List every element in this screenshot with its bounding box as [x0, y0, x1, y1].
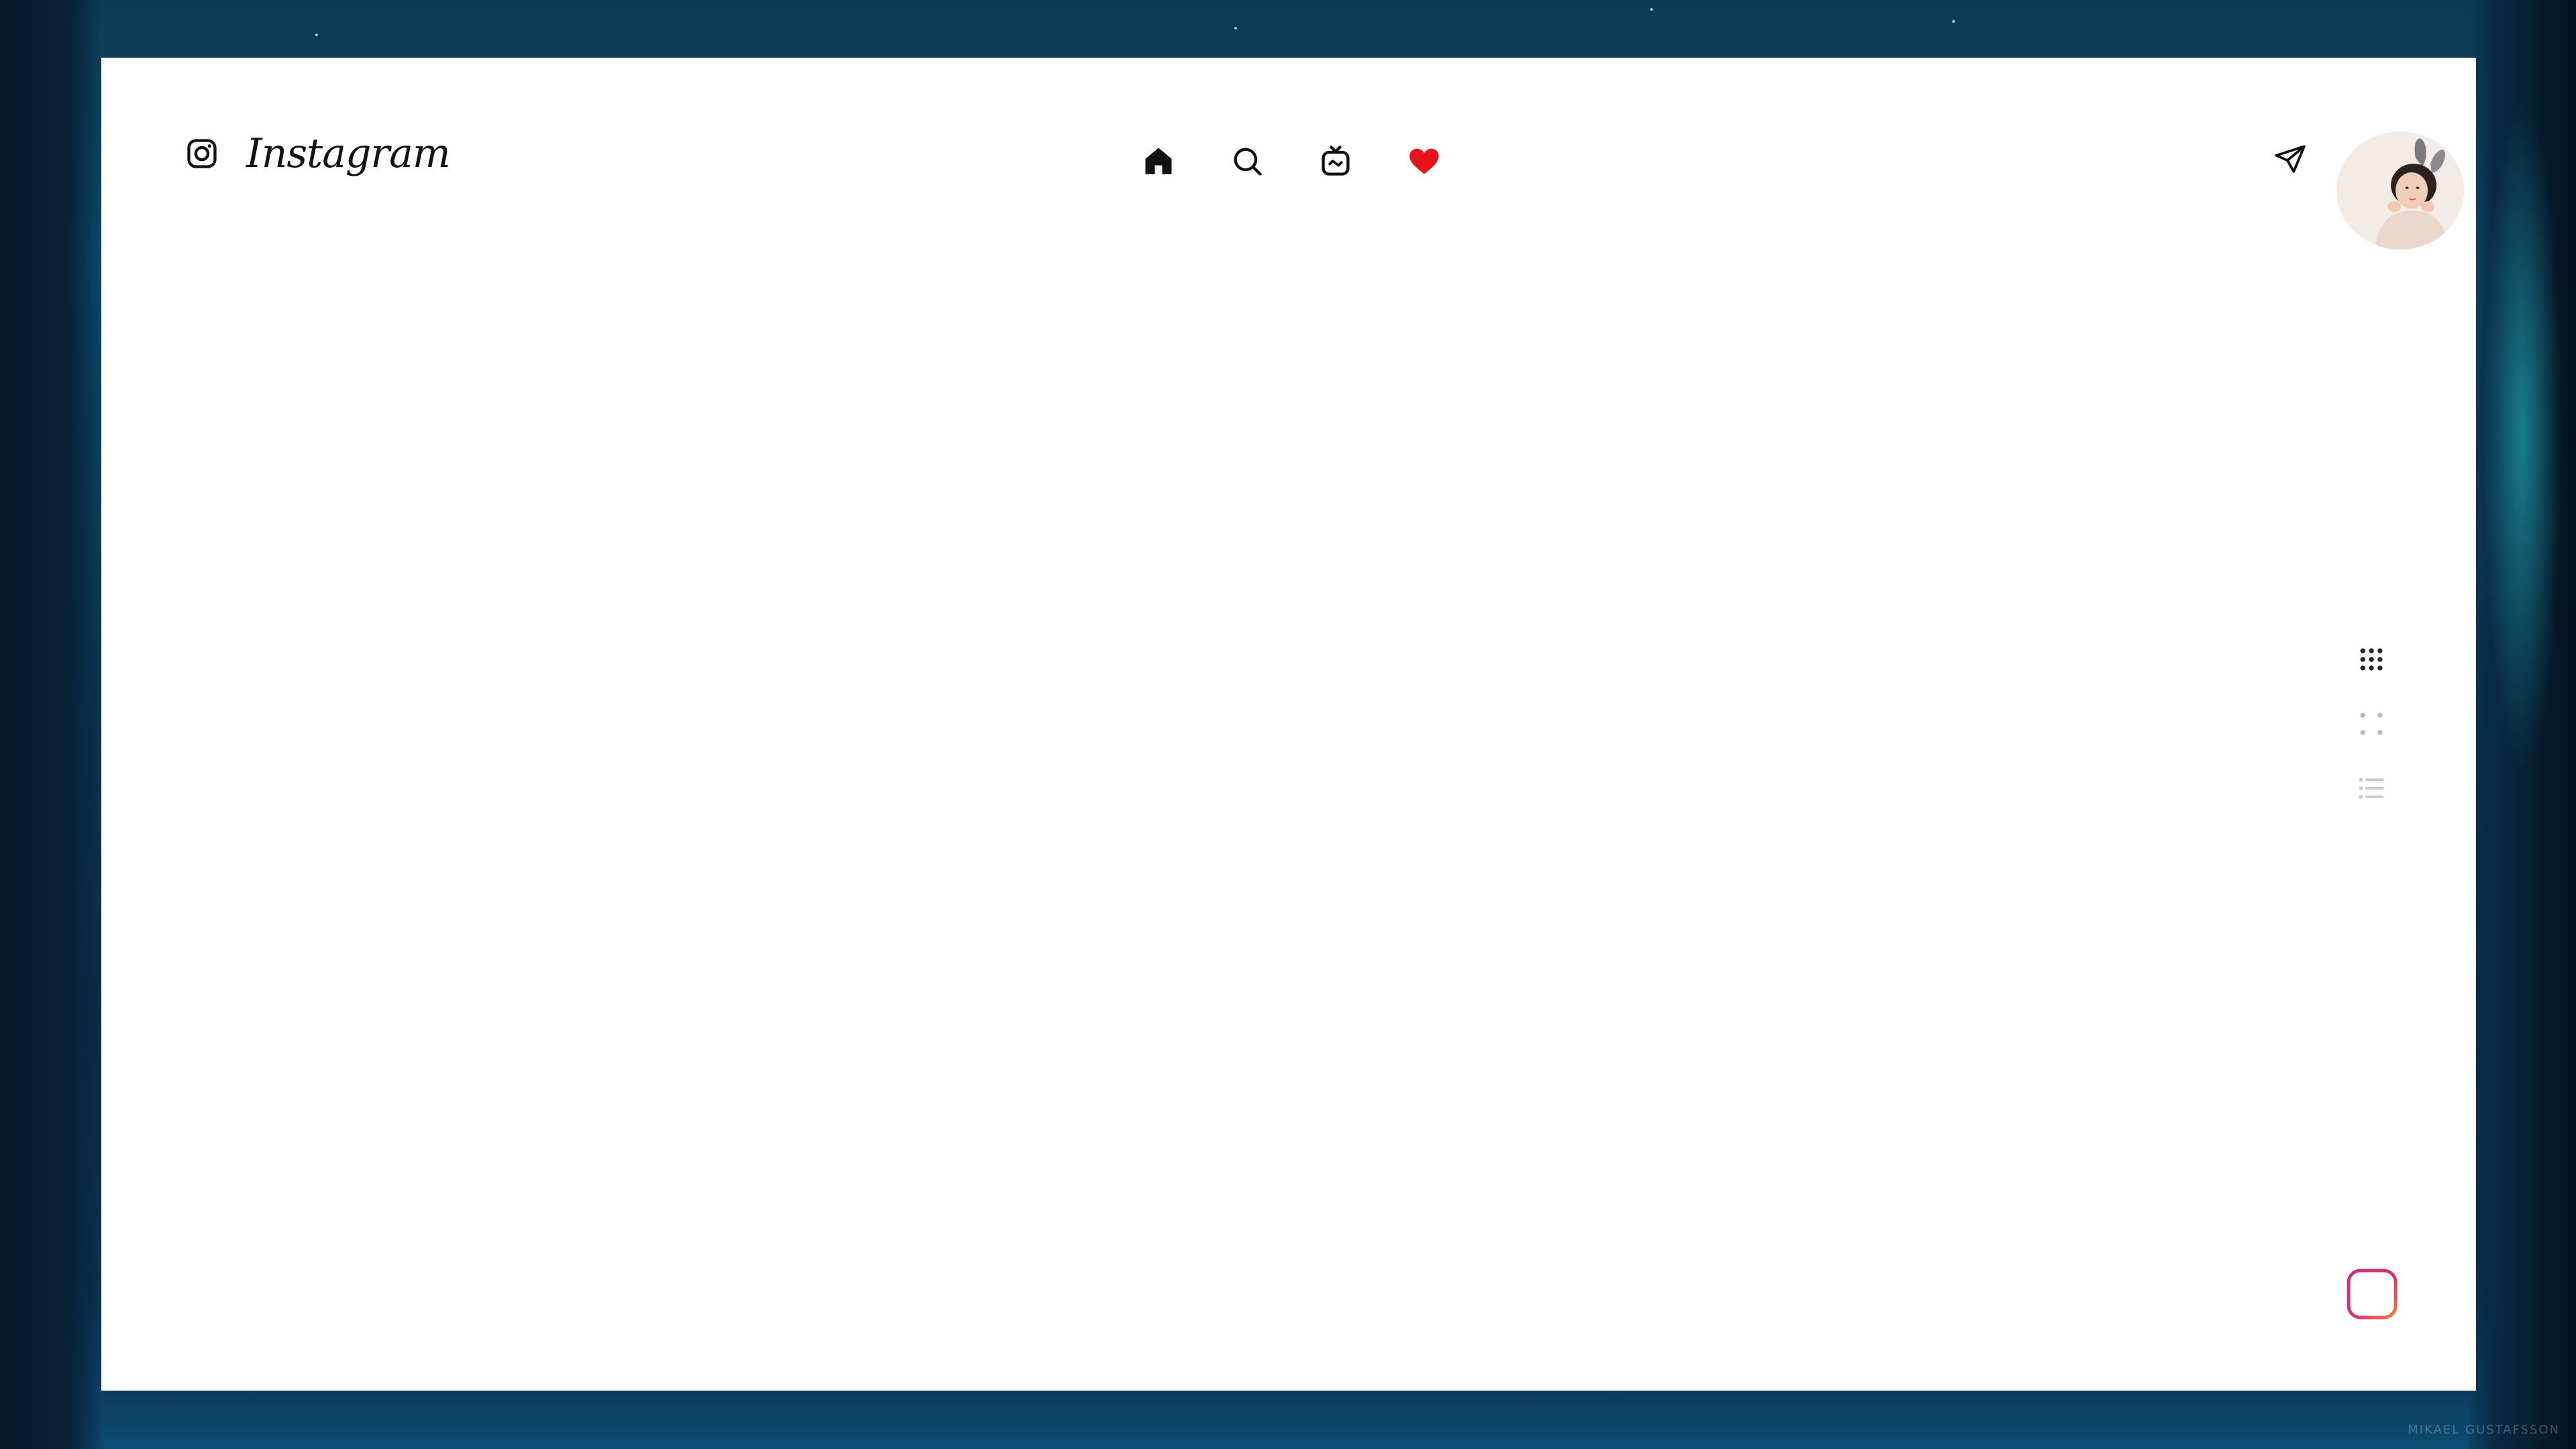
- brand-wordmark: Instagram: [246, 130, 451, 177]
- nav-activity-button[interactable]: [1400, 138, 1448, 186]
- home-icon: [1141, 144, 1176, 181]
- grid-four-dots-icon: [2357, 709, 2386, 741]
- list-icon: [2357, 773, 2386, 806]
- app-window: Instagram: [101, 58, 2476, 1391]
- view-grid-2-button[interactable]: [2352, 706, 2391, 745]
- wallpaper-star: [1234, 27, 1237, 30]
- plus-square-icon: [2344, 1266, 2400, 1325]
- nav-home-button[interactable]: [1134, 138, 1183, 186]
- create-post-button[interactable]: [2344, 1267, 2400, 1324]
- wallpaper-star: [315, 34, 318, 36]
- wallpaper-left-trees: [0, 0, 101, 1449]
- top-header: Instagram: [101, 58, 2476, 250]
- view-mode-switcher: [2352, 641, 2391, 809]
- view-list-button[interactable]: [2352, 770, 2391, 809]
- wallpaper-glow: [2482, 101, 2563, 771]
- wallpaper-star: [1952, 20, 1955, 23]
- paper-plane-icon: [2273, 142, 2307, 178]
- brand[interactable]: Instagram: [184, 130, 451, 177]
- main-nav: [1134, 138, 1448, 186]
- wallpaper-ground: [101, 1389, 2469, 1449]
- wallpaper-star: [1650, 8, 1653, 11]
- view-grid-3-button[interactable]: [2352, 641, 2391, 680]
- direct-messages-button[interactable]: [2267, 137, 2314, 184]
- grid-nine-dots-icon: [2357, 645, 2386, 677]
- avatar[interactable]: [2337, 131, 2464, 250]
- igtv-icon: [1318, 144, 1353, 181]
- nav-igtv-button[interactable]: [1311, 138, 1360, 186]
- search-icon: [1230, 144, 1265, 181]
- heart-icon: [1407, 144, 1442, 181]
- wallpaper-credit: MIKAEL GUSTAFSSON: [2408, 1423, 2560, 1437]
- instagram-camera-icon: [184, 136, 219, 171]
- nav-search-button[interactable]: [1223, 138, 1271, 186]
